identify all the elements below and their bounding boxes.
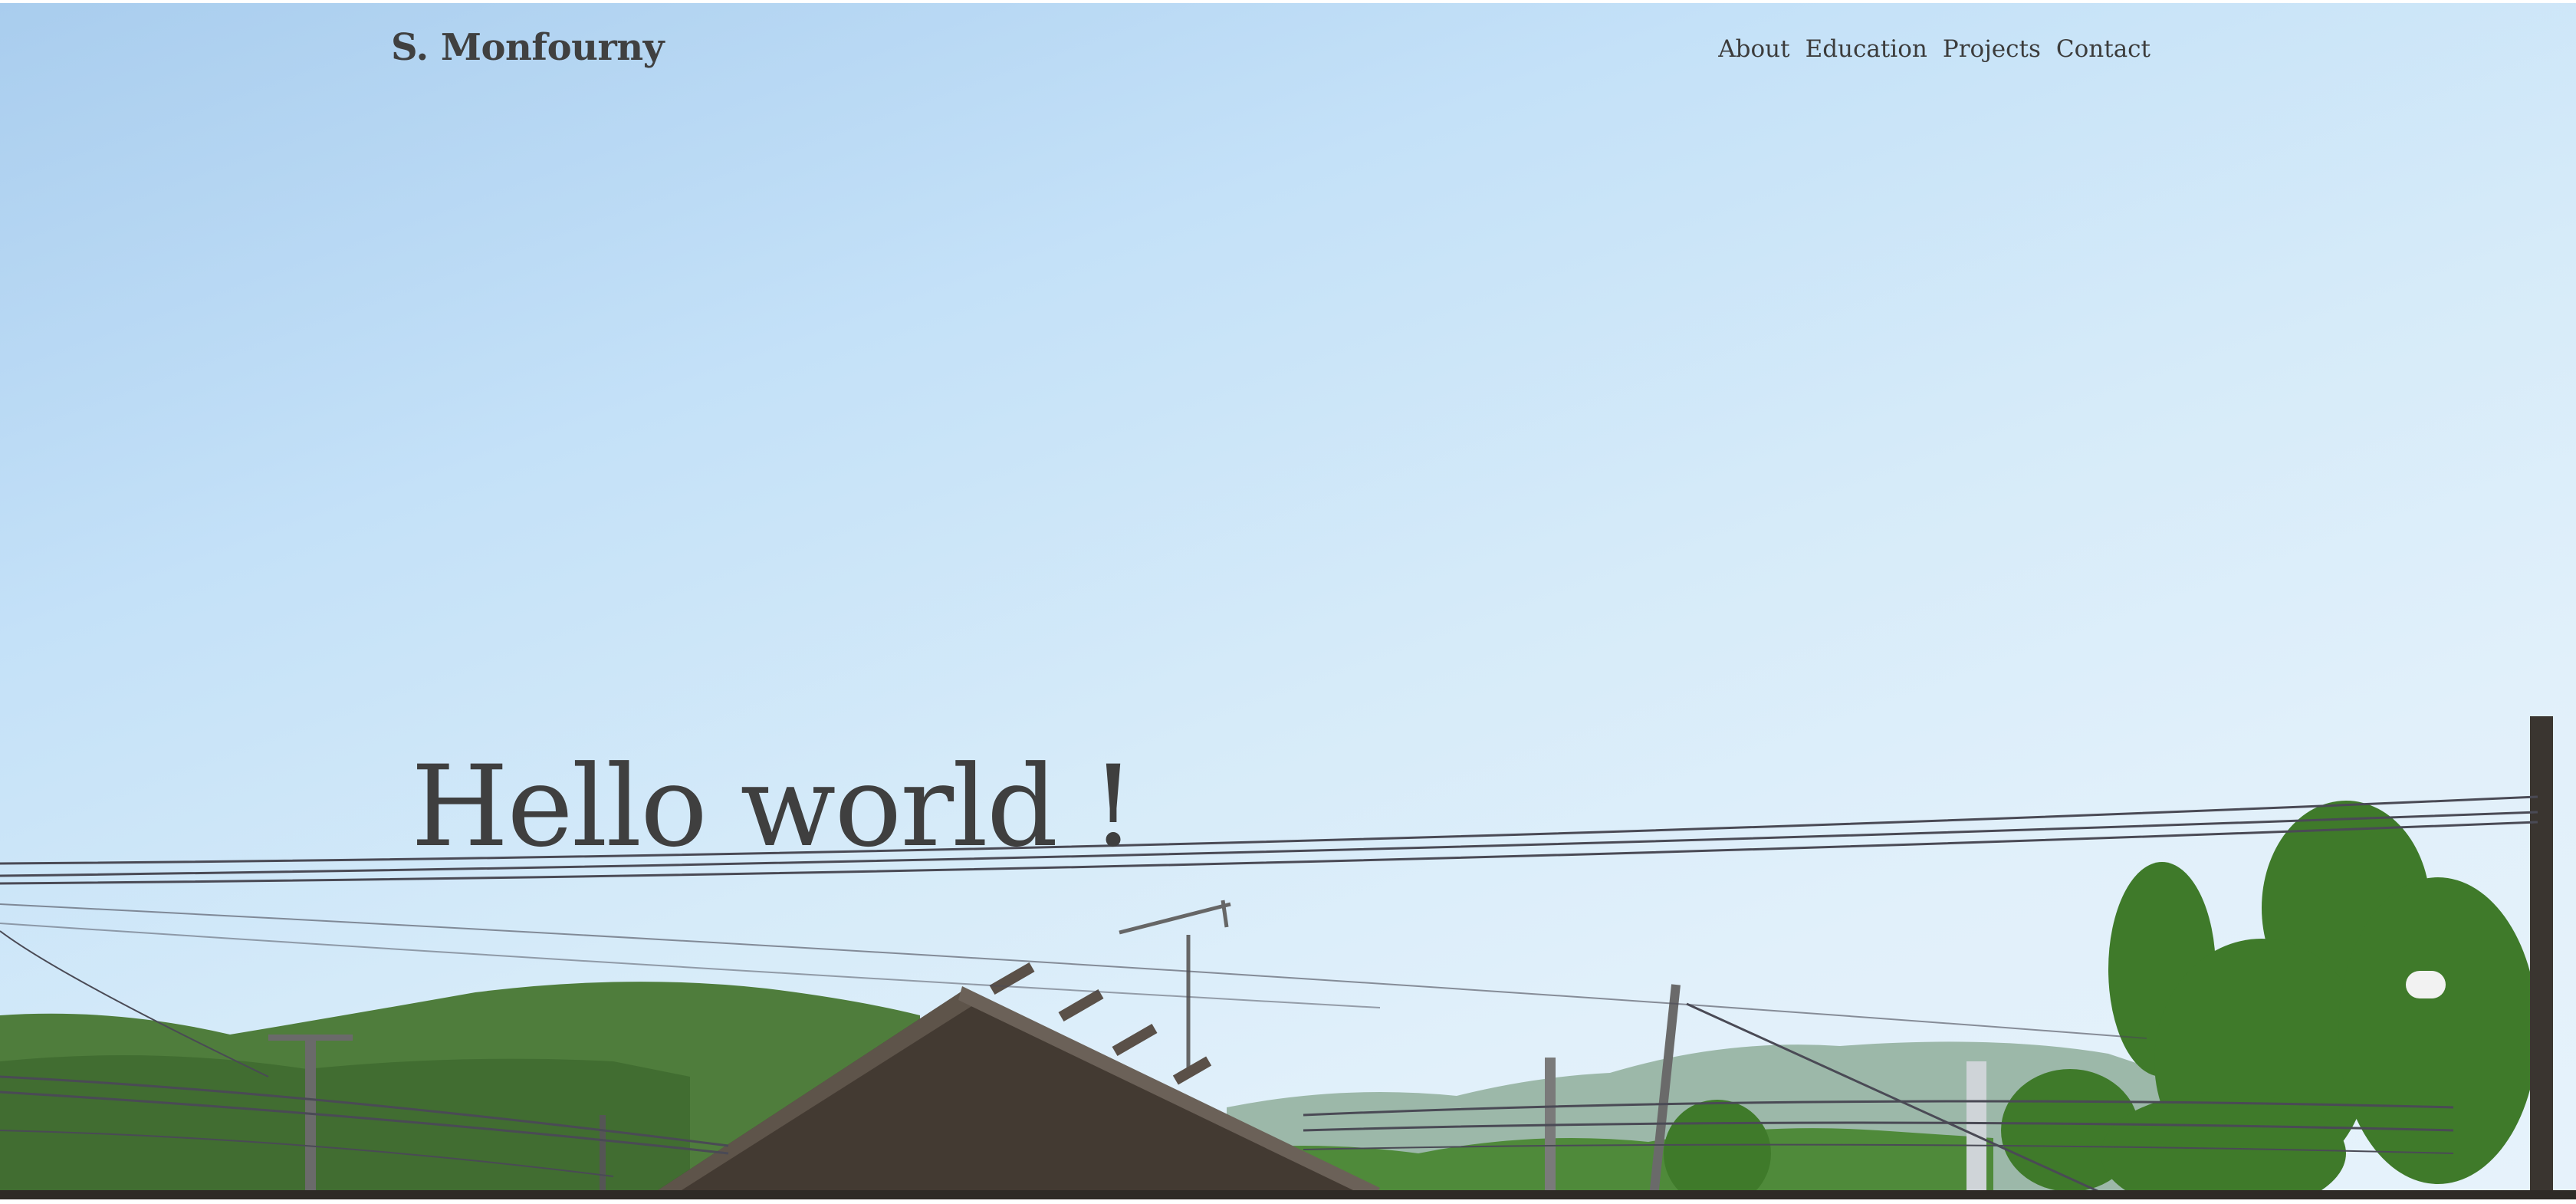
nav-item-about[interactable]: About (1710, 35, 1797, 63)
hero-header: S. Monfourny About Education Projects Co… (0, 3, 2576, 1199)
nav-item-contact[interactable]: Contact (2049, 35, 2158, 63)
hero-title: Hello world ! (411, 742, 1135, 872)
hero-background-image (0, 716, 2576, 1199)
top-navbar: S. Monfourny About Education Projects Co… (0, 3, 2576, 95)
utility-pole-right (2530, 716, 2553, 1199)
nav-item-projects[interactable]: Projects (1935, 35, 2049, 63)
nav-item-education[interactable]: Education (1798, 35, 1935, 63)
nav-menu: About Education Projects Contact (1710, 35, 2158, 63)
site-brand-link[interactable]: S. Monfourny (391, 26, 665, 69)
